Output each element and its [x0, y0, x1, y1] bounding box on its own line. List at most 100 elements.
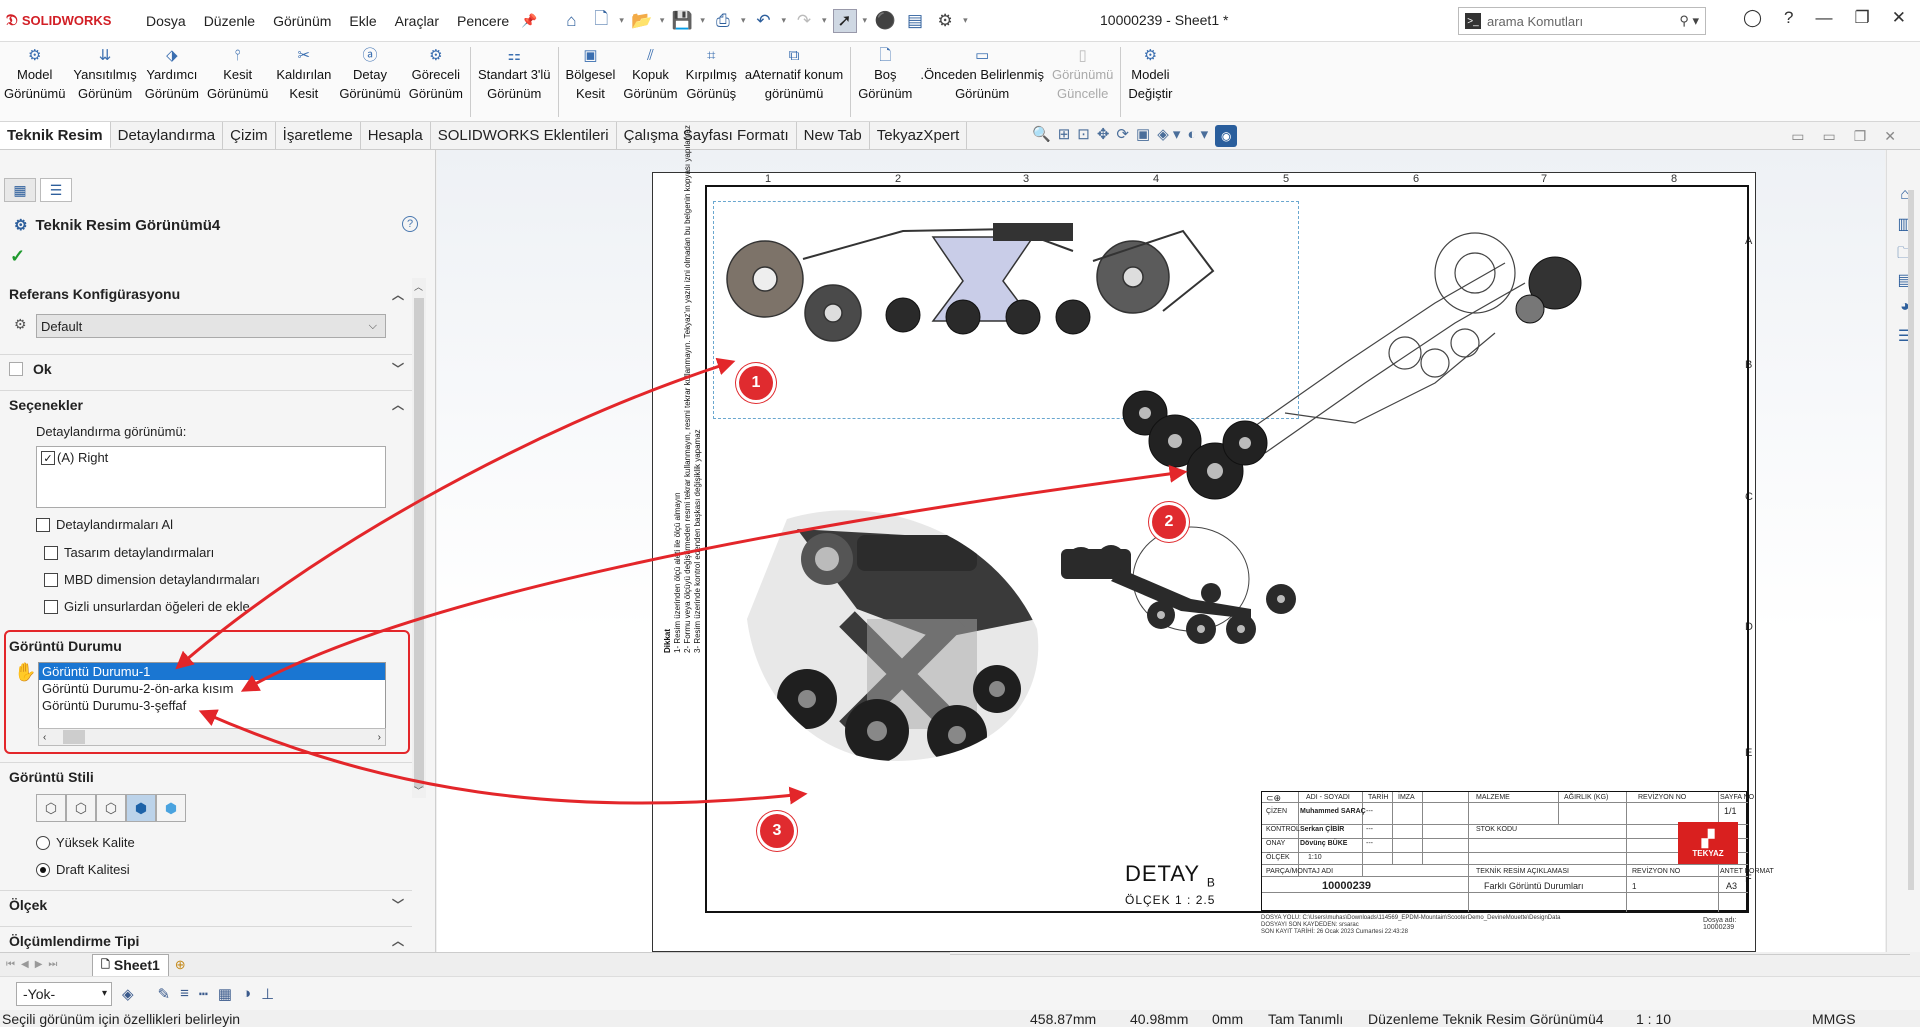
relative-view-button[interactable]: ⚙ Göreceli Görünüm	[405, 45, 467, 103]
high-quality-radio[interactable]	[36, 836, 50, 850]
print-icon[interactable]: ⎙	[711, 9, 735, 33]
layer-select[interactable]: -Yok- ▾	[16, 981, 112, 1006]
property-manager-tab-icon[interactable]: ☰	[40, 178, 72, 202]
chevron-up-icon[interactable]: ︿	[392, 286, 404, 303]
display-state-item[interactable]: Görüntü Durumu-1	[39, 663, 385, 680]
line-style-icon[interactable]: ┅	[199, 985, 208, 1003]
removed-section-button[interactable]: ✂ Kaldırılan Kesit	[272, 45, 335, 103]
detail-view-list[interactable]: ✓ (A) Right	[36, 446, 386, 508]
tab-cizim[interactable]: Çizim	[223, 122, 276, 149]
chevron-up-icon[interactable]: ︿	[392, 396, 404, 413]
design-annotations-label[interactable]: Tasarım detaylandırmaları	[64, 545, 214, 560]
detail-view-checkbox[interactable]: ✓	[41, 451, 55, 465]
undo-icon[interactable]: ↶	[751, 9, 775, 33]
status-scale[interactable]: 1 : 10	[1636, 1011, 1671, 1027]
add-sheet-icon[interactable]: ⊕	[175, 957, 186, 973]
redo-icon[interactable]: ↷	[792, 9, 816, 33]
title-block[interactable]: ⊂⊕ ADI - SOYADI TARİH İMZA MALZEME AĞIRL…	[1261, 791, 1774, 912]
broken-out-section-button[interactable]: ▣ Bölgesel Kesit	[562, 45, 620, 103]
help-icon[interactable]: ?	[402, 216, 418, 232]
chevron-down-icon[interactable]: ▾	[781, 15, 786, 26]
shaded-with-edges-icon[interactable]: ⬢	[126, 794, 156, 822]
drawing-view-2-illustration[interactable]	[1105, 213, 1585, 513]
menu-duzenle[interactable]: Düzenle	[204, 13, 255, 29]
tab-calisma-sayfasi-formati[interactable]: Çalışma Sayfası Formatı	[617, 122, 797, 149]
scroll-thumb[interactable]	[63, 730, 85, 744]
display-state-item[interactable]: Görüntü Durumu-3-şeffaf	[39, 697, 385, 714]
ok-check-icon[interactable]: ✓	[10, 246, 25, 267]
tab-teknik-resim[interactable]: Teknik Resim	[0, 122, 111, 149]
tab-new-tab[interactable]: New Tab	[797, 122, 870, 149]
tab-hesapla[interactable]: Hesapla	[361, 122, 431, 149]
chevron-down-icon[interactable]: ▾	[660, 15, 665, 26]
section-view-button[interactable]: ⫯ Kesit Görünümü	[203, 45, 272, 103]
search-input[interactable]: arama Komutları	[1487, 14, 1583, 29]
projected-view-button[interactable]: ⇊ Yansıtılmış Görünüm	[69, 45, 140, 103]
chevron-down-icon[interactable]: ﹀	[392, 896, 404, 913]
break-view-button[interactable]: ⫽ Kopuk Görünüm	[619, 45, 681, 103]
crop-view-button[interactable]: ⌗ Kırpılmış Görünüş	[682, 45, 741, 103]
pan-icon[interactable]: ✥	[1097, 125, 1110, 147]
drawing-view-4-illustration[interactable]	[1051, 519, 1311, 649]
save-icon[interactable]: 💾	[670, 9, 694, 33]
draft-quality-label[interactable]: Draft Kalitesi	[56, 862, 130, 877]
line-color-icon[interactable]: ✎	[158, 985, 171, 1003]
menu-gorunum[interactable]: Görünüm	[273, 13, 331, 29]
menu-pencere[interactable]: Pencere	[457, 13, 509, 29]
detail-view-item[interactable]: (A) Right	[57, 450, 108, 465]
scale-header[interactable]: Ölçek ﹀	[0, 890, 412, 918]
line-thickness-icon[interactable]: ≡	[180, 985, 189, 1002]
update-view-button[interactable]: ▯ Görünümü Güncelle	[1048, 45, 1117, 103]
feature-manager-tab-icon[interactable]: ▦	[4, 178, 36, 202]
standard-3-view-button[interactable]: ⚏ Standart 3'lü Görünüm	[474, 45, 555, 103]
import-annotations-label[interactable]: Detaylandırmaları Al	[56, 517, 173, 532]
shaded-icon[interactable]: ⬢	[156, 794, 186, 822]
user-account-icon[interactable]: ◯	[1743, 8, 1762, 28]
alternate-position-button[interactable]: ⧉ aAternatif konum görünümü	[741, 45, 847, 103]
open-folder-icon[interactable]: 📂	[630, 9, 654, 33]
draft-quality-radio[interactable]	[36, 863, 50, 877]
next-sheet-icon[interactable]: ▶	[35, 959, 43, 970]
tab-detaylandirma[interactable]: Detaylandırma	[111, 122, 224, 149]
arrow-checkbox[interactable]	[9, 361, 23, 376]
pin-icon[interactable]: 📌	[521, 13, 537, 29]
chevron-down-icon[interactable]: ▾	[619, 15, 624, 26]
zoom-fit-icon[interactable]: 🔍	[1032, 125, 1051, 147]
horizontal-scrollbar[interactable]	[950, 954, 1910, 968]
menu-araclar[interactable]: Araçlar	[395, 13, 439, 29]
rebuild-traffic-light-icon[interactable]: ⚫	[873, 9, 897, 33]
first-sheet-icon[interactable]: ⏮	[6, 959, 15, 970]
display-state-scrollbar[interactable]: ‹ ›	[38, 728, 386, 746]
chevron-down-icon[interactable]: ▾	[700, 15, 705, 26]
close-icon[interactable]: ✕	[1892, 8, 1906, 28]
hidden-lines-removed-icon[interactable]: ⬡	[96, 794, 126, 822]
hidden-features-checkbox[interactable]	[44, 600, 58, 614]
detail-view-button[interactable]: ⓐ Detay Görünümü	[335, 45, 404, 103]
predefined-view-button[interactable]: ▭ .Önceden Belirlenmiş Görünüm	[916, 45, 1048, 103]
menu-ekle[interactable]: Ekle	[349, 13, 376, 29]
scroll-up-icon[interactable]: ︿	[414, 280, 423, 293]
scroll-down-icon[interactable]: ﹀	[414, 784, 423, 797]
section-icon[interactable]: ▣	[1136, 125, 1150, 147]
empty-view-button[interactable]: 🗋 Boş Görünüm	[854, 45, 916, 103]
help-icon[interactable]: ?	[1784, 8, 1793, 28]
display-style-header[interactable]: Görüntü Stili	[0, 762, 412, 790]
restore-icon[interactable]: ❐	[1855, 8, 1870, 28]
chevron-down-icon[interactable]: ﹀	[392, 360, 404, 377]
status-units[interactable]: MMGS	[1812, 1011, 1856, 1027]
solidworks-logo[interactable]: 𝔇 SOLIDWORKS	[0, 12, 140, 30]
tab-isaretleme[interactable]: İşaretleme	[276, 122, 361, 149]
tab-tekyazxpert[interactable]: TekyazXpert	[870, 122, 968, 149]
display-state-list[interactable]: Görüntü Durumu-1 Görüntü Durumu-2-ön-ark…	[38, 662, 386, 732]
chevron-down-icon[interactable]: ▾	[863, 15, 868, 26]
new-document-icon[interactable]: 🗋	[589, 9, 613, 33]
hidden-lines-visible-icon[interactable]: ⬡	[66, 794, 96, 822]
options-header[interactable]: Seçenekler ︿	[0, 390, 412, 418]
restore-doc-icon[interactable]: ❐	[1854, 128, 1867, 145]
view-orientation-icon[interactable]: ◈ ▾	[1157, 125, 1180, 147]
mbd-annotations-checkbox[interactable]	[44, 573, 58, 587]
high-quality-label[interactable]: Yüksek Kalite	[56, 835, 135, 850]
search-icon[interactable]: ⚲ ▾	[1679, 13, 1699, 29]
display-style-icon[interactable]: ◐ ▾	[1187, 125, 1208, 147]
scroll-thumb[interactable]	[414, 298, 424, 788]
